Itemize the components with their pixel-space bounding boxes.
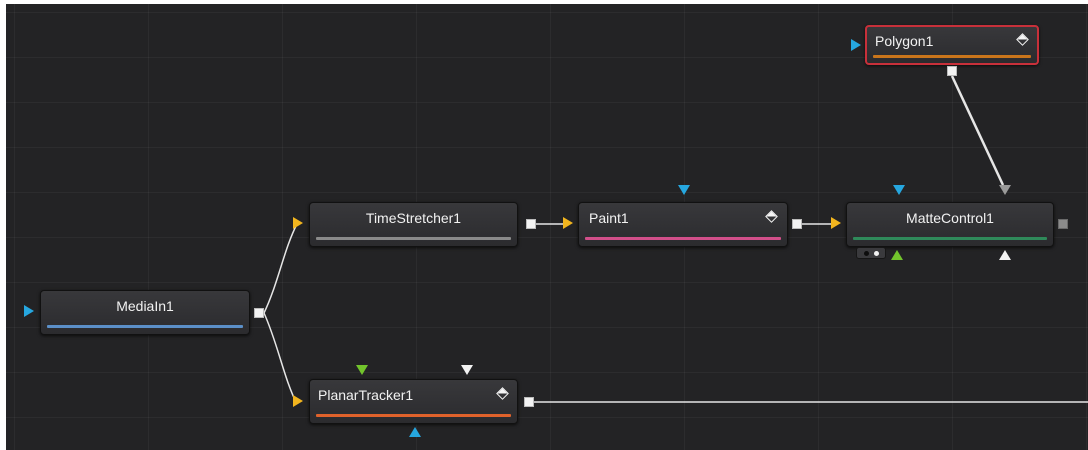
- node-timestretcher1[interactable]: TimeStretcher1: [309, 202, 518, 247]
- node-paint1[interactable]: Paint1: [578, 202, 788, 247]
- node-label: Polygon1: [875, 33, 934, 49]
- viewer-a-dot-icon: [864, 251, 869, 256]
- mattecontrol-foreground-triangle[interactable]: [891, 250, 903, 260]
- planartracker-corner-pin-triangle[interactable]: [461, 365, 473, 375]
- node-color-bar: [853, 237, 1047, 240]
- node-label: Paint1: [589, 210, 629, 226]
- timestretcher-input-triangle[interactable]: [293, 217, 303, 229]
- node-label: PlanarTracker1: [318, 387, 414, 403]
- node-color-bar: [316, 414, 511, 417]
- planartracker-effect-mask-triangle[interactable]: [409, 427, 421, 437]
- node-options-diamond-icon[interactable]: [496, 387, 509, 400]
- node-color-bar: [47, 325, 243, 328]
- mattecontrol-view-indicator[interactable]: [856, 247, 886, 259]
- mattecontrol-output-port[interactable]: [1058, 219, 1068, 229]
- node-options-diamond-icon[interactable]: [1016, 33, 1029, 46]
- mattecontrol-matte-triangle[interactable]: [999, 250, 1011, 260]
- mattecontrol-input-triangle[interactable]: [831, 217, 841, 229]
- mattecontrol-garbage-matte-triangle[interactable]: [999, 185, 1011, 195]
- paint-output-port[interactable]: [792, 219, 802, 229]
- polygon-output-port[interactable]: [947, 66, 957, 76]
- mediain-output-port[interactable]: [254, 308, 264, 318]
- node-label: TimeStretcher1: [365, 210, 462, 226]
- node-polygon1[interactable]: Polygon1: [865, 25, 1039, 65]
- paint-effect-mask-triangle[interactable]: [678, 185, 690, 195]
- mattecontrol-effect-mask-triangle[interactable]: [893, 185, 905, 195]
- node-color-bar: [873, 55, 1031, 58]
- planartracker-output-port[interactable]: [524, 397, 534, 407]
- wire-polygon-mattecontrol[interactable]: [950, 75, 1005, 186]
- planartracker-input-triangle[interactable]: [293, 395, 303, 407]
- paint-input-triangle[interactable]: [563, 217, 573, 229]
- node-mattecontrol1[interactable]: MatteControl1: [846, 202, 1054, 247]
- node-label: MediaIn1: [116, 298, 174, 314]
- planartracker-occlusion-mask-triangle[interactable]: [356, 365, 368, 375]
- timestretcher-output-port[interactable]: [526, 219, 536, 229]
- node-editor-canvas[interactable]: MediaIn1 TimeStretcher1 Paint1 Polygon1 …: [6, 4, 1088, 450]
- wire-mediain-timestretcher[interactable]: [263, 223, 298, 314]
- mediain-input-triangle[interactable]: [24, 305, 34, 317]
- node-label: MatteControl1: [906, 210, 994, 226]
- polygon-input-triangle[interactable]: [851, 39, 861, 51]
- node-options-diamond-icon[interactable]: [765, 210, 778, 223]
- viewer-b-dot-icon: [874, 251, 879, 256]
- node-color-bar: [316, 237, 511, 240]
- node-mediain1[interactable]: MediaIn1: [40, 290, 250, 335]
- node-color-bar: [585, 237, 781, 240]
- wire-mediain-planartracker[interactable]: [263, 312, 298, 405]
- node-planartracker1[interactable]: PlanarTracker1: [309, 379, 518, 424]
